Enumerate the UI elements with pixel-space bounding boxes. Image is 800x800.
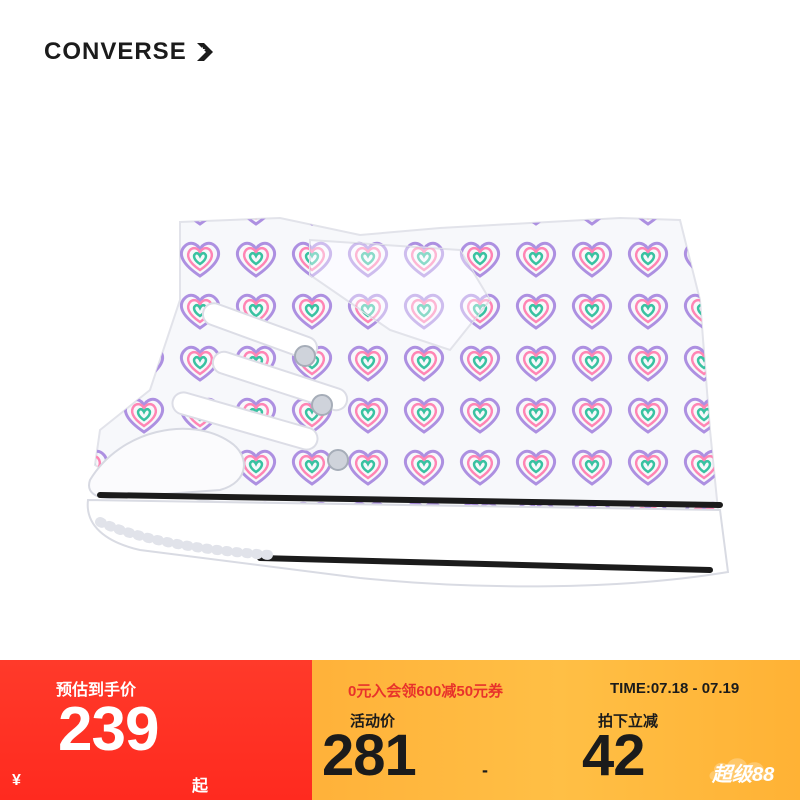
currency-symbol: ¥ — [12, 772, 21, 789]
super88-badge: 超级88 — [706, 746, 792, 786]
price-suffix: 起 — [192, 778, 209, 795]
converse-star-chevron-icon — [196, 43, 213, 61]
brand-name: CONVERSE — [44, 38, 187, 65]
sneaker-image — [86, 216, 730, 588]
instant-discount: 42 — [582, 723, 646, 788]
estimated-price-panel: 预估到手价 239 ¥ 起 — [0, 660, 312, 800]
estimated-price: 239 — [58, 695, 159, 764]
promo-time: TIME:07.18 - 07.19 — [610, 680, 740, 697]
coupon-offer[interactable]: 0元入会领600减50元券 — [348, 680, 503, 701]
price-separator: - — [482, 760, 488, 780]
super88-text: 超级88 — [712, 764, 775, 786]
brand-logo: CONVERSE — [44, 38, 219, 66]
activity-price: 281 — [322, 723, 417, 788]
